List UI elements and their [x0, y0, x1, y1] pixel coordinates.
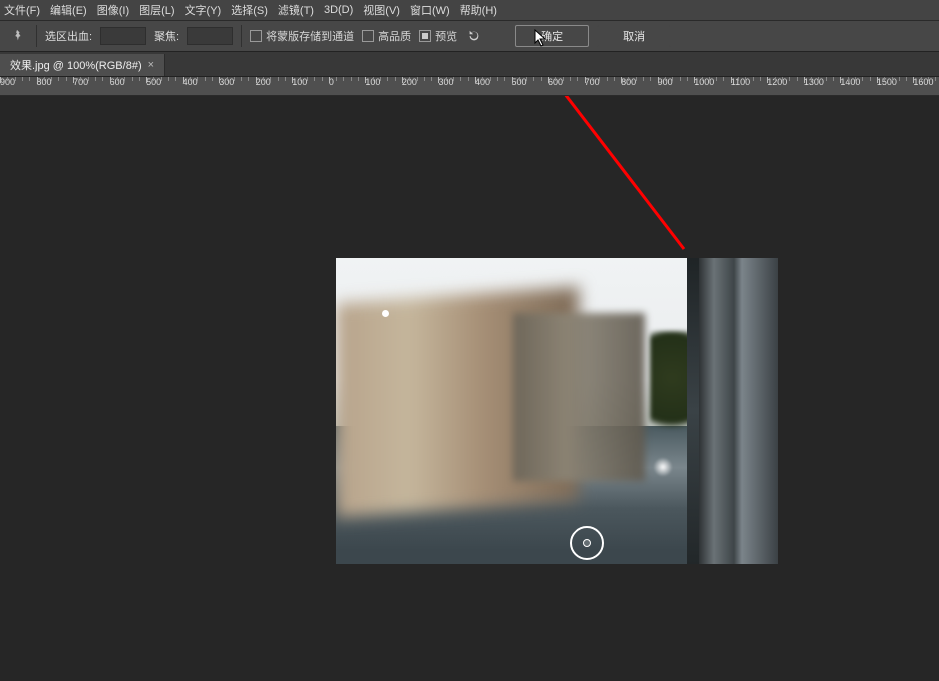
- cancel-button[interactable]: 取消: [597, 25, 671, 47]
- menu-layer[interactable]: 图层(L): [139, 2, 174, 18]
- high-quality-label: 高品质: [378, 28, 411, 44]
- preview-label: 预览: [435, 28, 457, 44]
- document-tab-title: 效果.jpg @ 100%(RGB/8#): [10, 57, 142, 73]
- document-tab[interactable]: 效果.jpg @ 100%(RGB/8#) ×: [0, 54, 165, 76]
- menu-select[interactable]: 选择(S): [231, 2, 268, 18]
- menu-bar: 文件(F) 编辑(E) 图像(I) 图层(L) 文字(Y) 选择(S) 滤镜(T…: [0, 0, 939, 21]
- ruler-tick: 1200: [767, 77, 787, 95]
- menu-filter[interactable]: 滤镜(T): [278, 2, 314, 18]
- checkbox-icon: [362, 30, 374, 42]
- ruler-tick: 0: [329, 77, 334, 95]
- menu-edit[interactable]: 编辑(E): [50, 2, 87, 18]
- focus-input[interactable]: [187, 27, 233, 45]
- ruler-horizontal[interactable]: 9008007006005004003002001000100200300400…: [0, 77, 939, 96]
- menu-window[interactable]: 窗口(W): [410, 2, 450, 18]
- canvas-area[interactable]: [0, 96, 939, 681]
- pin-icon[interactable]: [6, 27, 28, 45]
- menu-file[interactable]: 文件(F): [4, 2, 40, 18]
- close-icon[interactable]: ×: [148, 59, 154, 71]
- blur-pin-icon[interactable]: [382, 310, 389, 317]
- options-bar: 选区出血: 聚焦: 将蒙版存储到通道 高品质 预览 确定 取消: [0, 21, 939, 52]
- checkbox-icon: [419, 30, 431, 42]
- document-tab-bar: 效果.jpg @ 100%(RGB/8#) ×: [0, 52, 939, 77]
- selection-bleed-label: 选区出血:: [45, 28, 92, 44]
- selection-bleed-input[interactable]: [100, 27, 146, 45]
- save-mask-checkbox[interactable]: 将蒙版存储到通道: [250, 28, 354, 44]
- menu-image[interactable]: 图像(I): [97, 2, 129, 18]
- high-quality-checkbox[interactable]: 高品质: [362, 28, 411, 44]
- checkbox-icon: [250, 30, 262, 42]
- reset-icon[interactable]: [465, 27, 483, 45]
- focus-label: 聚焦:: [154, 28, 179, 44]
- ruler-tick: 1300: [804, 77, 824, 95]
- preview-checkbox[interactable]: 预览: [419, 28, 457, 44]
- separator: [36, 25, 37, 47]
- image-content: [698, 258, 778, 564]
- document-canvas[interactable]: [336, 258, 778, 564]
- ruler-tick: 1500: [877, 77, 897, 95]
- separator: [241, 25, 242, 47]
- ruler-tick: 1400: [840, 77, 860, 95]
- menu-3d[interactable]: 3D(D): [324, 4, 353, 16]
- menu-help[interactable]: 帮助(H): [460, 2, 497, 18]
- image-content: [513, 313, 646, 481]
- ruler-tick: 1600: [913, 77, 933, 95]
- ruler-tick: 1000: [694, 77, 714, 95]
- image-content: [654, 458, 672, 476]
- save-mask-label: 将蒙版存储到通道: [266, 28, 354, 44]
- menu-type[interactable]: 文字(Y): [185, 2, 222, 18]
- menu-view[interactable]: 视图(V): [363, 2, 400, 18]
- ruler-tick: 1100: [731, 77, 750, 95]
- ok-button[interactable]: 确定: [515, 25, 589, 47]
